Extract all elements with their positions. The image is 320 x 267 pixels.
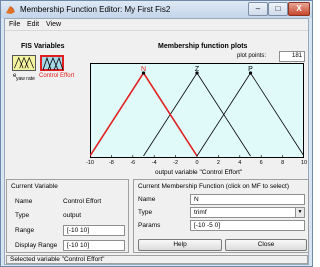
output-variable-label: Control Effort	[39, 73, 75, 79]
output-mf-thumbnail	[42, 56, 64, 71]
variable-type-value: output	[63, 212, 82, 219]
chevron-down-icon[interactable]: ▼	[295, 208, 304, 217]
menu-file[interactable]: File	[9, 21, 20, 28]
current-variable-title: Current Variable	[11, 183, 58, 190]
mf-curve-z[interactable]	[143, 72, 251, 157]
current-variable-panel: Current Variable Name Control Effort Typ…	[6, 179, 129, 253]
close-button[interactable]: Close	[225, 239, 307, 251]
mf-curve-n[interactable]	[90, 71, 198, 157]
plot-points-input[interactable]: 181	[279, 51, 305, 62]
mf-type-value: trimf	[194, 209, 207, 216]
x-tick-label: -2	[173, 160, 179, 166]
mf-params-label: Params	[138, 222, 161, 229]
mf-type-label: Type	[138, 209, 153, 216]
display-range-input[interactable]: [-10 10]	[63, 240, 125, 251]
maximize-button[interactable]: □	[268, 2, 288, 16]
x-tick-label: 8	[281, 160, 285, 166]
x-tick-label: 10	[300, 160, 308, 166]
x-tick-label: -10	[86, 160, 94, 166]
variable-name-label: Name	[15, 198, 33, 205]
plot-title: Membership function plots	[158, 43, 248, 50]
x-tick-label: 0	[195, 160, 199, 166]
x-axis-label: output variable "Control Effort"	[155, 169, 243, 176]
mf-label-n: N	[141, 66, 146, 73]
minimize-button[interactable]: –	[248, 2, 268, 16]
variable-name-value: Control Effort	[63, 198, 102, 205]
input-variable-e-box[interactable]	[12, 55, 36, 71]
current-mf-title: Current Membership Function (click on MF…	[138, 183, 289, 190]
x-tick-label: -8	[108, 160, 114, 166]
matlab-app-icon	[6, 6, 15, 14]
x-tick-label: -4	[151, 160, 157, 166]
input-variable-sublabel: yaw rate	[16, 76, 35, 82]
title-bar[interactable]: Membership Function Editor: My First Fis…	[1, 1, 312, 18]
mf-name-input[interactable]: N	[190, 194, 305, 205]
display-range-label: Display Range	[15, 242, 58, 249]
x-tick-label: 6	[259, 160, 263, 166]
output-variable-control-effort-box[interactable]	[40, 55, 64, 71]
x-tick-label: 2	[216, 160, 220, 166]
menu-view[interactable]: View	[46, 21, 61, 28]
fis-variables-label: FIS Variables	[21, 43, 65, 50]
variable-type-label: Type	[15, 212, 30, 219]
menu-bar: File Edit View	[5, 19, 308, 31]
editor-client-area: File Edit View FIS Variables e yaw rate …	[4, 18, 309, 265]
mf-type-select[interactable]: trimf ▼	[190, 207, 305, 218]
mf-editor-window: Membership Function Editor: My First Fis…	[0, 0, 313, 267]
close-window-button[interactable]: X	[288, 2, 310, 16]
window-title: Membership Function Editor: My First Fis…	[20, 5, 171, 14]
mf-curve-p[interactable]	[196, 72, 304, 157]
mf-params-input[interactable]: [-10 -5 0]	[190, 220, 305, 231]
x-tick-label: 4	[238, 160, 242, 166]
current-mf-panel: Current Membership Function (click on MF…	[133, 179, 309, 253]
status-bar: Selected variable "Control Effort"	[6, 255, 308, 264]
x-tick-label: -6	[130, 160, 136, 166]
range-label: Range	[15, 227, 35, 234]
range-input[interactable]: [-10 10]	[63, 225, 125, 236]
mf-label-z: Z	[195, 66, 200, 73]
help-button[interactable]: Help	[138, 239, 222, 251]
mf-name-label: Name	[138, 196, 156, 203]
mf-label-p: P	[248, 66, 253, 73]
membership-function-plot[interactable]: Z PN	[90, 63, 304, 158]
menu-edit[interactable]: Edit	[27, 21, 39, 28]
plot-points-label: plot points:	[237, 53, 267, 59]
